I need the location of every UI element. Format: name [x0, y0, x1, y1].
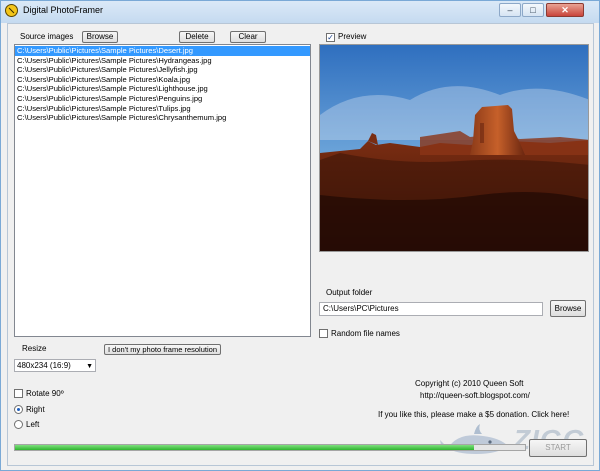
list-item[interactable]: C:\Users\Public\Pictures\Sample Pictures… [15, 75, 310, 85]
resize-value: 480x234 (16:9) [17, 361, 71, 370]
output-folder-label: Output folder [326, 288, 373, 297]
desert-photo [320, 45, 588, 251]
source-browse-button[interactable]: Browse [82, 31, 118, 43]
window-title: Digital PhotoFramer [23, 5, 104, 15]
title-bar[interactable]: Digital PhotoFramer – □ ✕ [1, 1, 599, 23]
resize-label: Resize [22, 344, 47, 353]
list-item[interactable]: C:\Users\Public\Pictures\Sample Pictures… [15, 65, 310, 75]
main-panel: Source images Browse Delete Clear C:\Use… [7, 23, 594, 466]
list-item[interactable]: C:\Users\Public\Pictures\Sample Pictures… [15, 94, 310, 104]
image-preview [319, 44, 589, 252]
copyright-text: Copyright (c) 2010 Queen Soft [415, 379, 524, 388]
start-button[interactable]: START [529, 439, 587, 457]
donation-link[interactable]: If you like this, please make a $5 donat… [378, 410, 569, 419]
progress-bar [14, 444, 526, 451]
list-item[interactable]: C:\Users\Public\Pictures\Sample Pictures… [15, 56, 310, 66]
website-link[interactable]: http://queen-soft.blogspot.com/ [420, 391, 530, 400]
app-icon [5, 4, 18, 17]
list-item[interactable]: C:\Users\Public\Pictures\Sample Pictures… [15, 104, 310, 114]
rotate-left-label: Left [26, 420, 40, 429]
app-window: Digital PhotoFramer – □ ✕ Source images … [0, 0, 600, 471]
close-button[interactable]: ✕ [546, 3, 584, 17]
random-names-label: Random file names [331, 329, 400, 338]
output-folder-input[interactable]: C:\Users\PC\Pictures [319, 302, 543, 316]
rotate-label: Rotate 90º [26, 389, 64, 398]
chevron-down-icon: ▼ [86, 363, 93, 370]
source-images-label: Source images [20, 32, 74, 41]
list-item[interactable]: C:\Users\Public\Pictures\Sample Pictures… [15, 84, 310, 94]
unknown-resolution-button[interactable]: I don't my photo frame resolution [104, 344, 221, 355]
rotate-right-label: Right [26, 405, 45, 414]
clear-button[interactable]: Clear [230, 31, 266, 43]
list-item[interactable]: C:\Users\Public\Pictures\Sample Pictures… [15, 113, 310, 123]
preview-checkbox[interactable]: ✓ [326, 33, 335, 42]
random-names-checkbox[interactable] [319, 329, 328, 338]
maximize-button[interactable]: □ [522, 3, 544, 17]
rotate-right-radio[interactable] [14, 405, 23, 414]
progress-fill [15, 445, 474, 450]
source-images-list[interactable]: C:\Users\Public\Pictures\Sample Pictures… [14, 44, 311, 337]
list-item[interactable]: C:\Users\Public\Pictures\Sample Pictures… [15, 46, 310, 56]
rotate-left-radio[interactable] [14, 420, 23, 429]
minimize-button[interactable]: – [499, 3, 521, 17]
preview-label: Preview [338, 32, 367, 41]
rotate-checkbox[interactable] [14, 389, 23, 398]
resize-select[interactable]: 480x234 (16:9) ▼ [14, 359, 96, 372]
delete-button[interactable]: Delete [179, 31, 215, 43]
output-browse-button[interactable]: Browse [550, 300, 586, 317]
